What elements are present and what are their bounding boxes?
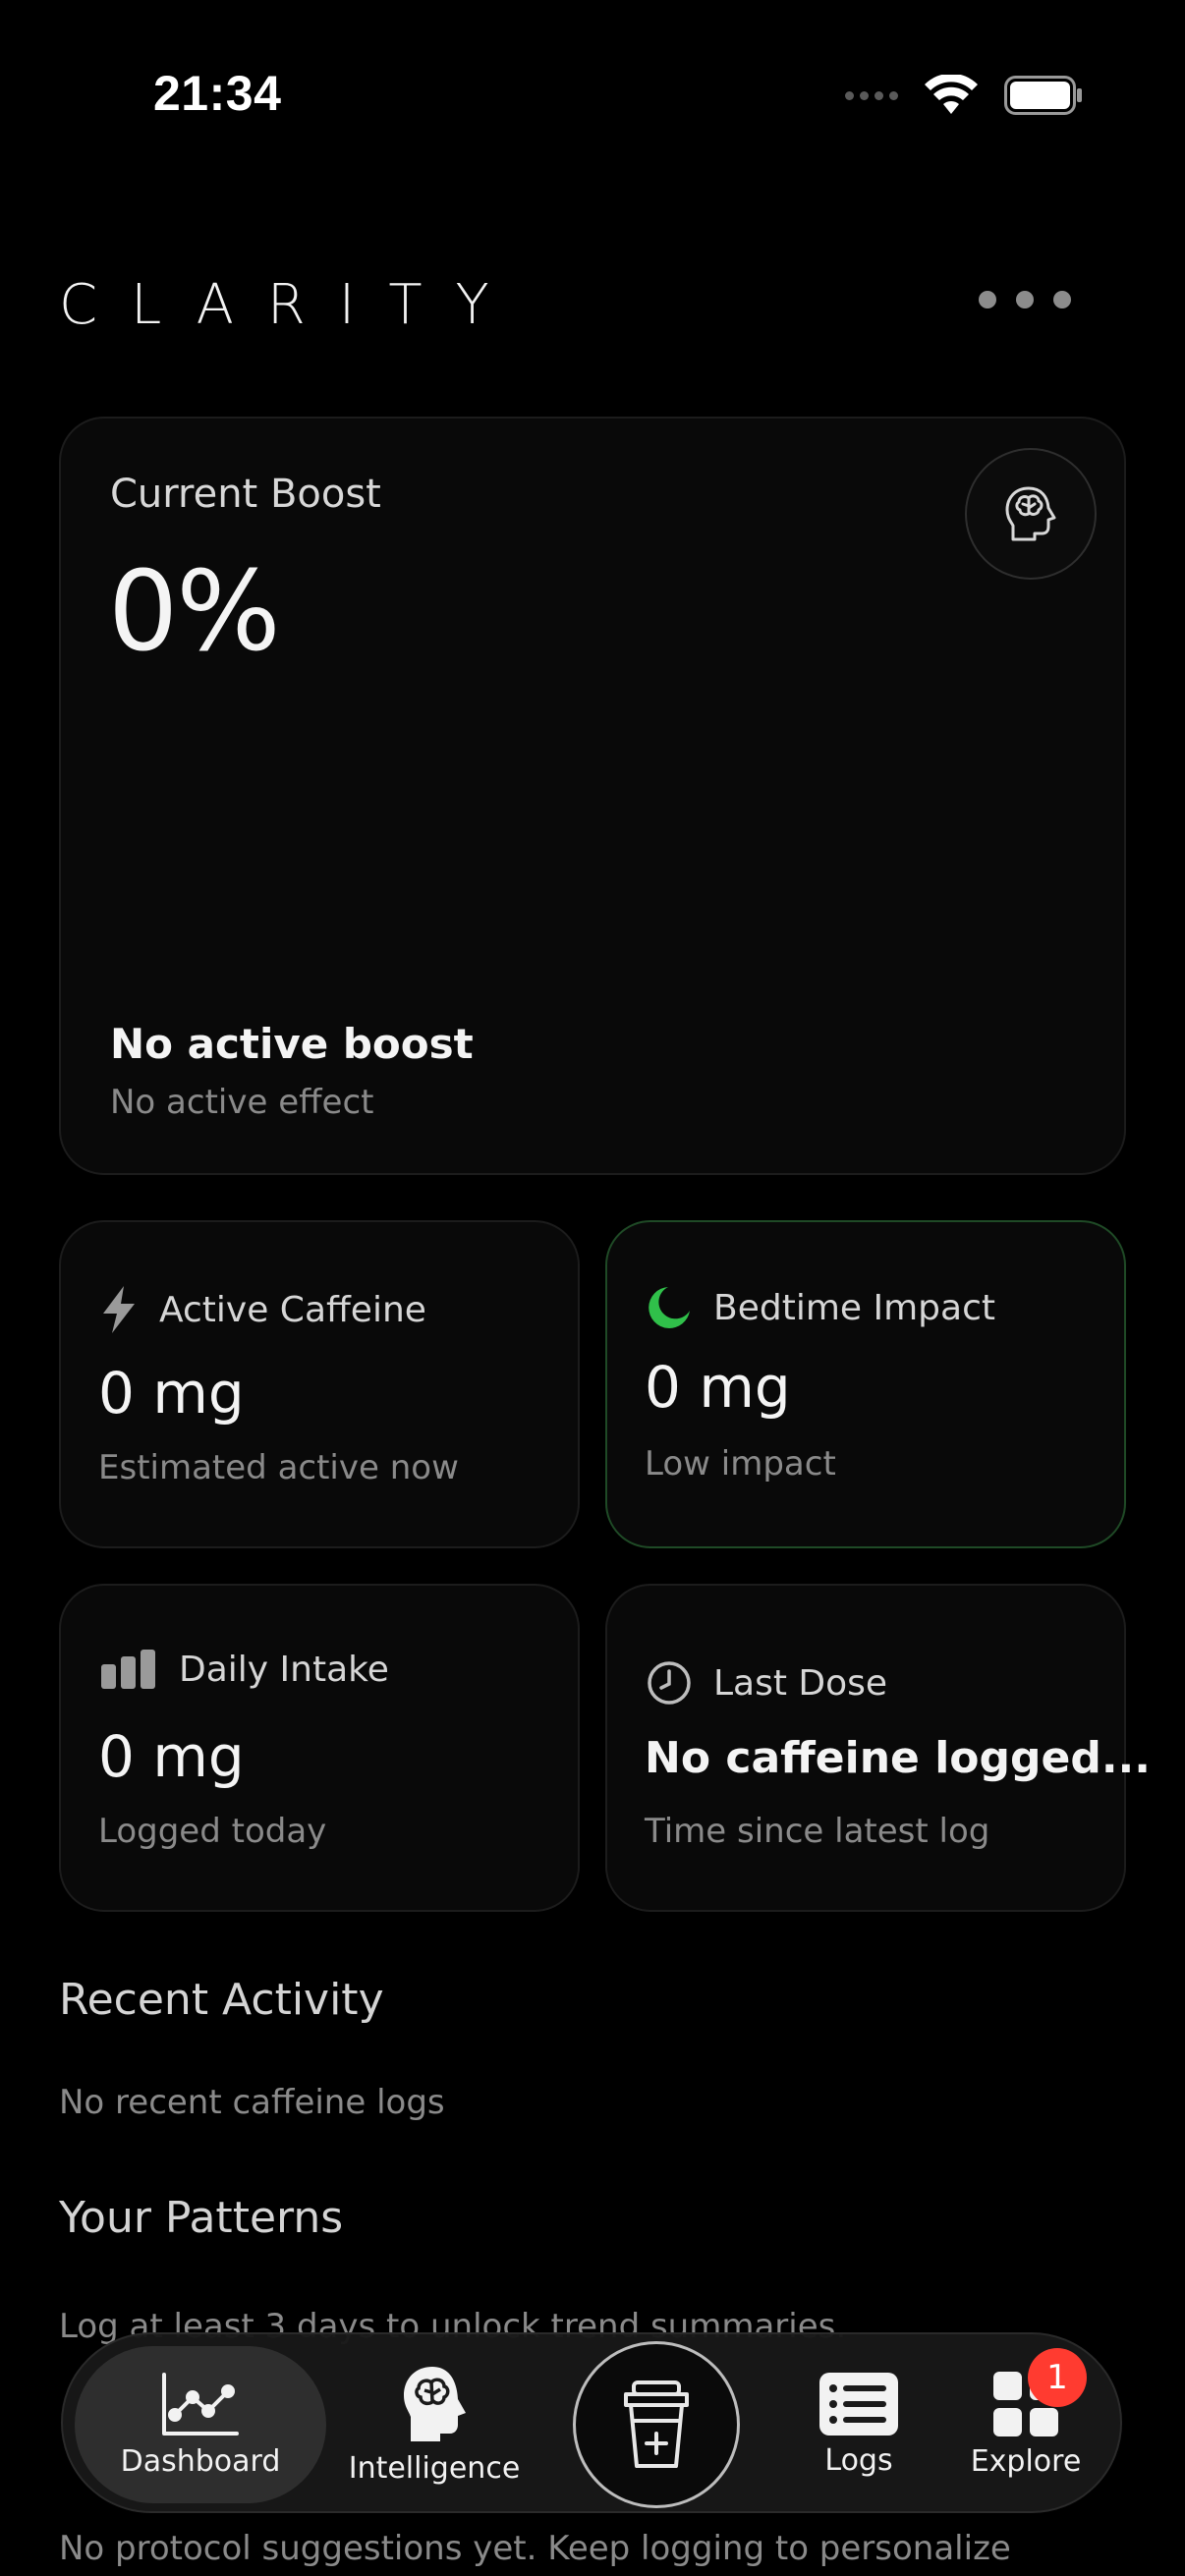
intelligence-button[interactable]	[965, 448, 1097, 580]
battery-icon	[1004, 76, 1082, 115]
coffee-cup-plus-icon	[624, 2380, 689, 2468]
tab-label: Dashboard	[120, 2443, 281, 2479]
brain-head-icon	[1005, 486, 1056, 541]
tab-explore[interactable]: Explore	[937, 2334, 1114, 2515]
boost-subtext: No active effect	[110, 1083, 374, 1122]
add-dose-button[interactable]	[548, 2334, 764, 2515]
bedtime-impact-card[interactable]: Bedtime Impact 0 mg Low impact	[605, 1220, 1126, 1548]
more-options-button[interactable]	[979, 291, 1071, 308]
tab-label: Logs	[824, 2442, 893, 2478]
metric-subtext: Estimated active now	[98, 1448, 459, 1487]
recent-activity-title: Recent Activity	[59, 1975, 384, 2025]
app-title: CLARITY	[59, 273, 523, 337]
moon-icon	[649, 1287, 690, 1328]
bar-chart-icon	[101, 1650, 155, 1689]
clock-icon	[648, 1661, 691, 1705]
metric-value: 0 mg	[98, 1360, 245, 1427]
metric-title: Daily Intake	[179, 1649, 389, 1690]
boost-status: No active boost	[110, 1020, 474, 1068]
status-indicators	[845, 75, 1083, 116]
tab-label: Intelligence	[348, 2450, 521, 2486]
boost-label: Current Boost	[110, 472, 381, 517]
brain-head-icon	[404, 2366, 466, 2441]
metric-value: No caffeine logged...	[645, 1733, 1151, 1783]
protocols-empty: No protocol suggestions yet. Keep loggin…	[59, 2529, 1011, 2568]
recent-activity-empty: No recent caffeine logs	[59, 2083, 445, 2122]
dot-icon	[1053, 291, 1071, 308]
bottom-tab-bar: Dashboard Intelligence Logs Explore 1	[61, 2332, 1122, 2513]
metric-subtext: Time since latest log	[645, 1812, 990, 1851]
tab-intelligence[interactable]: Intelligence	[326, 2334, 542, 2515]
metric-title: Active Caffeine	[159, 1289, 426, 1330]
metric-subtext: Low impact	[645, 1444, 836, 1484]
last-dose-card[interactable]: Last Dose No caffeine logged... Time sin…	[605, 1584, 1151, 1912]
line-chart-icon	[162, 2372, 239, 2436]
wifi-icon	[925, 75, 978, 114]
active-caffeine-card[interactable]: Active Caffeine 0 mg Estimated active no…	[59, 1220, 580, 1548]
tab-dashboard[interactable]: Dashboard	[75, 2346, 326, 2503]
boost-value: 0%	[108, 548, 281, 676]
dashboard-screen: 21:34 CLARITY Current Boost 0% No active…	[0, 0, 1185, 2576]
metric-subtext: Logged today	[98, 1812, 327, 1851]
lightning-icon	[103, 1286, 135, 1333]
tab-label: Explore	[970, 2443, 1082, 2479]
explore-notification-badge: 1	[1028, 2348, 1087, 2407]
metric-value: 0 mg	[98, 1723, 245, 1790]
metric-value: 0 mg	[645, 1354, 791, 1421]
current-boost-card[interactable]: Current Boost 0% No active boost No acti…	[59, 417, 1126, 1175]
cellular-signal-icon	[845, 90, 898, 100]
patterns-title: Your Patterns	[59, 2193, 344, 2243]
metric-title: Last Dose	[713, 1662, 888, 1704]
dot-icon	[979, 291, 996, 308]
dot-icon	[1016, 291, 1034, 308]
daily-intake-card[interactable]: Daily Intake 0 mg Logged today	[59, 1584, 580, 1912]
add-dose-circle	[573, 2341, 740, 2508]
list-icon	[819, 2372, 898, 2436]
status-time: 21:34	[153, 66, 282, 121]
tab-logs[interactable]: Logs	[770, 2334, 947, 2515]
metric-title: Bedtime Impact	[713, 1287, 995, 1328]
